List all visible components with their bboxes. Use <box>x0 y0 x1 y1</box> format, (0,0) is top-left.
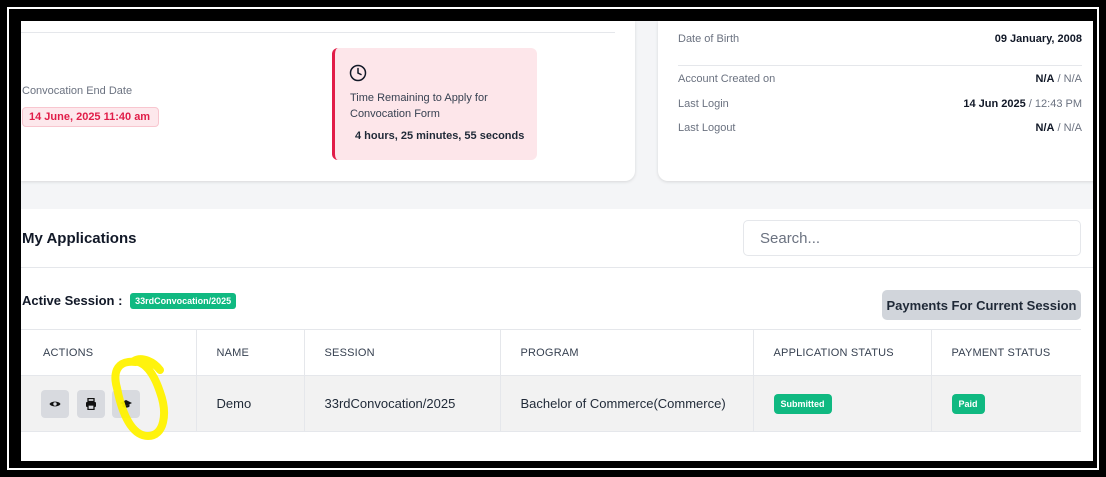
active-session-label: Active Session : <box>22 293 123 308</box>
column-header-name: NAME <box>195 329 304 376</box>
column-header-program: PROGRAM <box>499 329 753 376</box>
last-login-value: 14 Jun 2025 / 12:43 PM <box>963 98 1082 110</box>
separator: / <box>1054 122 1064 134</box>
application-status-cell: Submitted <box>752 375 931 432</box>
last-login-date: 14 Jun 2025 <box>963 98 1026 110</box>
separator: / <box>1054 73 1064 85</box>
table-header-row: ACTIONS NAME SESSION PROGRAM APPLICATION… <box>21 329 1081 376</box>
column-header-payment-status: PAYMENT STATUS <box>930 329 1081 376</box>
eye-icon <box>49 401 61 406</box>
active-session: Active Session : 33rdConvocation/2025 <box>22 293 237 309</box>
printer-icon <box>85 397 96 410</box>
dob-value-text: 09 January, 2008 <box>994 33 1082 45</box>
last-logout-date: N/A <box>1035 122 1055 134</box>
account-created-label: Account Created on <box>678 73 776 85</box>
dob-label: Date of Birth <box>678 33 740 45</box>
account-info-card: Date of Birth 09 January, 2008 Account C… <box>658 21 1093 181</box>
payment-status-cell: Paid <box>930 375 1081 432</box>
separator: / <box>1025 98 1035 110</box>
convocation-end-label: Convocation End Date <box>22 85 133 97</box>
search-input[interactable] <box>743 220 1081 256</box>
applications-panel: My Applications Active Session : 33rdCon… <box>21 209 1093 461</box>
last-logout-value: N/A / N/A <box>1036 122 1082 134</box>
application-session: 33rdConvocation/2025 <box>303 375 500 432</box>
table-row: Demo 33rdConvocation/2025 Bachelor of Co… <box>21 375 1081 432</box>
actions-cell <box>21 375 196 432</box>
dob-divider <box>678 65 1082 66</box>
convocation-card: Convocation End Date 14 June, 2025 11:40… <box>21 21 635 181</box>
applications-title: My Applications <box>22 230 137 247</box>
application-program: Bachelor of Commerce(Commerce) <box>499 375 753 432</box>
card-divider <box>21 32 615 33</box>
time-remaining-label: Time Remaining to Apply for Convocation … <box>350 92 488 120</box>
application-name: Demo <box>195 375 304 432</box>
dashboard-screen: Convocation End Date 14 June, 2025 11:40… <box>21 21 1093 461</box>
applications-table: ACTIONS NAME SESSION PROGRAM APPLICATION… <box>21 329 1081 432</box>
payments-current-session-button[interactable]: Payments For Current Session <box>882 290 1081 320</box>
graduation-cap-icon <box>120 399 133 408</box>
time-remaining-box: Time Remaining to Apply for Convocation … <box>332 48 537 160</box>
column-header-session: SESSION <box>303 329 500 376</box>
applications-divider <box>21 267 1093 268</box>
column-header-actions: ACTIONS <box>21 329 196 376</box>
convocation-end-date: 14 June, 2025 11:40 am <box>22 107 160 127</box>
time-remaining-value: 4 hours, 25 minutes, 55 seconds <box>355 130 525 142</box>
last-login-label: Last Login <box>678 98 729 110</box>
view-button[interactable] <box>41 389 69 418</box>
account-created-time: N/A <box>1063 73 1082 85</box>
account-created-date: N/A <box>1035 73 1055 85</box>
print-button[interactable] <box>76 389 105 418</box>
payment-status-badge: Paid <box>951 393 985 414</box>
column-header-application-status: APPLICATION STATUS <box>752 329 931 376</box>
account-created-value: N/A / N/A <box>1036 73 1082 85</box>
application-status-badge: Submitted <box>773 393 832 414</box>
last-login-time: 12:43 PM <box>1034 98 1082 110</box>
dob-value: 09 January, 2008 <box>995 33 1082 45</box>
active-session-badge: 33rdConvocation/2025 <box>130 293 237 309</box>
convocation-button[interactable] <box>112 389 141 418</box>
last-logout-label: Last Logout <box>678 122 736 134</box>
last-logout-time: N/A <box>1063 122 1082 134</box>
clock-icon <box>349 64 367 82</box>
